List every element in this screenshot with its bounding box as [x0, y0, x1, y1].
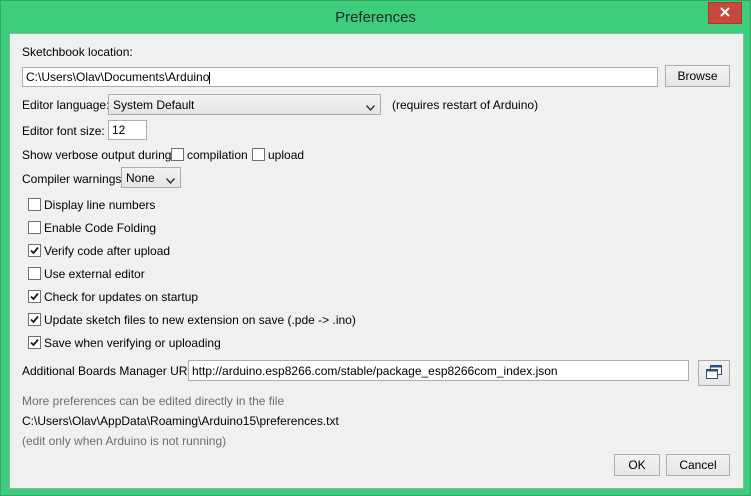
verify-after-upload-checkbox[interactable] — [28, 244, 41, 257]
code-folding-checkbox[interactable] — [28, 221, 41, 234]
editor-language-value: System Default — [113, 98, 195, 112]
upload-checkbox[interactable] — [252, 148, 265, 161]
save-on-verify-label: Save when verifying or uploading — [44, 336, 221, 350]
boards-manager-url-input[interactable]: http://arduino.esp8266.com/stable/packag… — [188, 360, 689, 381]
sketchbook-label: Sketchbook location: — [22, 45, 133, 59]
display-line-numbers-label: Display line numbers — [44, 198, 156, 212]
verbose-label: Show verbose output during: — [22, 148, 175, 162]
display-line-numbers-checkbox[interactable] — [28, 198, 41, 211]
verify-after-upload-label: Verify code after upload — [44, 244, 171, 258]
edit-note: (edit only when Arduino is not running) — [22, 434, 227, 448]
compilation-checkbox[interactable] — [171, 148, 184, 161]
chevron-down-icon — [165, 173, 176, 187]
font-size-input[interactable]: 12 — [108, 120, 147, 140]
preferences-panel: Sketchbook location: C:\Users\Olav\Docum… — [9, 33, 744, 489]
compilation-label: compilation — [187, 148, 248, 162]
sketchbook-path-value: C:\Users\Olav\Documents\Arduino — [26, 70, 210, 84]
compiler-warnings-value: None — [126, 171, 155, 185]
ok-button[interactable]: OK — [614, 454, 660, 476]
cancel-button[interactable]: Cancel — [666, 454, 730, 476]
code-folding-label: Enable Code Folding — [44, 221, 157, 235]
boards-url-editor-button[interactable] — [698, 360, 730, 386]
check-updates-checkbox[interactable] — [28, 290, 41, 303]
preferences-file-path: C:\Users\Olav\AppData\Roaming\Arduino15\… — [22, 414, 339, 428]
upload-label: upload — [268, 148, 305, 162]
checkmark-icon — [30, 315, 39, 324]
checkmark-icon — [30, 246, 39, 255]
external-editor-label: Use external editor — [44, 267, 145, 281]
sketchbook-path-input[interactable]: C:\Users\Olav\Documents\Arduino — [22, 67, 658, 87]
update-extension-label: Update sketch files to new extension on … — [44, 313, 356, 327]
text-cursor — [209, 71, 211, 84]
editor-language-select[interactable]: System Default — [108, 94, 381, 115]
checkmark-icon — [30, 292, 39, 301]
window-list-icon — [706, 364, 722, 382]
external-editor-checkbox[interactable] — [28, 267, 41, 280]
font-size-label: Editor font size: — [22, 124, 105, 138]
chevron-down-icon — [365, 100, 376, 114]
close-button[interactable] — [708, 2, 742, 24]
update-extension-checkbox[interactable] — [28, 313, 41, 326]
boards-manager-label: Additional Boards Manager URLs: — [22, 364, 204, 378]
editor-language-label: Editor language: — [22, 98, 110, 112]
preferences-window: Preferences Sketchbook location: C:\User… — [0, 0, 751, 496]
checkmark-icon — [30, 338, 39, 347]
save-on-verify-checkbox[interactable] — [28, 336, 41, 349]
compiler-warnings-select[interactable]: None — [121, 167, 181, 188]
close-icon — [720, 6, 730, 20]
more-preferences-note: More preferences can be edited directly … — [22, 394, 285, 408]
compiler-warnings-label: Compiler warnings: — [22, 172, 125, 186]
window-title: Preferences — [335, 9, 416, 26]
title-bar[interactable]: Preferences — [1, 1, 750, 34]
restart-note: (requires restart of Arduino) — [392, 98, 539, 112]
browse-button[interactable]: Browse — [665, 65, 730, 87]
check-updates-label: Check for updates on startup — [44, 290, 199, 304]
